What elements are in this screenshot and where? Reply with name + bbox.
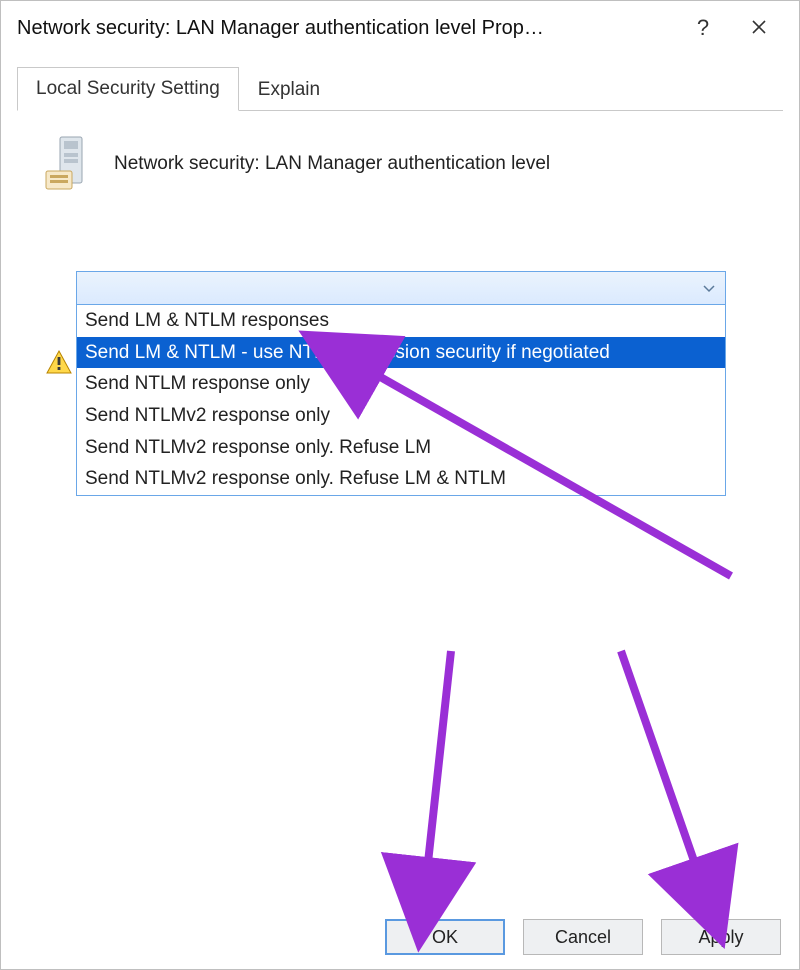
dropdown-list: Send LM & NTLM responses Send LM & NTLM … xyxy=(76,305,726,496)
button-label: Apply xyxy=(698,927,743,948)
button-label: Cancel xyxy=(555,927,611,948)
help-button[interactable]: ? xyxy=(675,8,731,48)
button-label: OK xyxy=(432,927,458,948)
warning-icon xyxy=(46,349,72,375)
tab-label: Explain xyxy=(258,79,320,101)
properties-dialog: Network security: LAN Manager authentica… xyxy=(0,0,800,970)
tab-strip: Local Security Setting Explain xyxy=(17,67,783,111)
tab-local-security-setting[interactable]: Local Security Setting xyxy=(17,67,239,111)
tab-content: Network security: LAN Manager authentica… xyxy=(17,111,783,901)
dropdown-option[interactable]: Send NTLM response only xyxy=(77,368,725,400)
chevron-down-icon xyxy=(703,280,715,296)
tab-label: Local Security Setting xyxy=(36,78,220,100)
help-icon: ? xyxy=(697,15,709,41)
dialog-buttons: OK Cancel Apply xyxy=(385,919,781,955)
apply-button[interactable]: Apply xyxy=(661,919,781,955)
window-title: Network security: LAN Manager authentica… xyxy=(17,17,675,40)
dropdown-option[interactable]: Send LM & NTLM responses xyxy=(77,305,725,337)
policy-name: Network security: LAN Manager authentica… xyxy=(114,153,550,175)
close-button[interactable] xyxy=(731,8,787,48)
policy-header: Network security: LAN Manager authentica… xyxy=(18,111,783,195)
dropdown-option[interactable]: Send NTLMv2 response only. Refuse LM & N… xyxy=(77,463,725,495)
dropdown-option[interactable]: Send NTLMv2 response only. Refuse LM xyxy=(77,432,725,464)
ok-button[interactable]: OK xyxy=(385,919,505,955)
titlebar: Network security: LAN Manager authentica… xyxy=(1,1,799,55)
dropdown-option[interactable]: Send LM & NTLM - use NTLMv2 session secu… xyxy=(77,337,725,369)
dropdown-collapsed-area[interactable] xyxy=(76,271,726,305)
server-icon xyxy=(40,133,96,195)
cancel-button[interactable]: Cancel xyxy=(523,919,643,955)
dropdown-option[interactable]: Send NTLMv2 response only xyxy=(77,400,725,432)
auth-level-dropdown[interactable]: Send LM & NTLM responses Send LM & NTLM … xyxy=(76,271,726,496)
tab-explain[interactable]: Explain xyxy=(239,67,339,111)
close-icon xyxy=(751,15,767,41)
